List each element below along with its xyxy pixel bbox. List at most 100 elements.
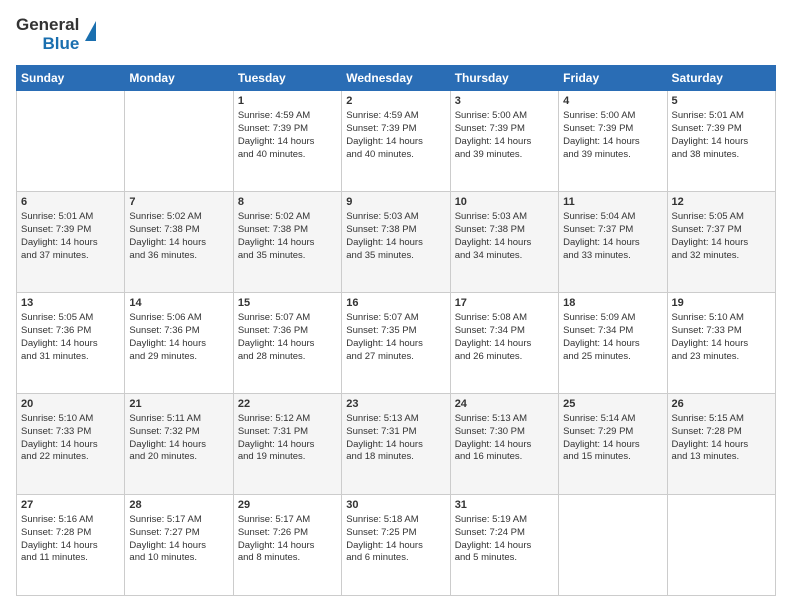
cell-line: and 37 minutes. [21, 250, 120, 263]
cell-line: Sunset: 7:39 PM [346, 123, 445, 136]
cell-line: and 25 minutes. [563, 351, 662, 364]
logo-triangle-icon [85, 21, 96, 41]
day-number: 6 [21, 195, 120, 210]
day-number: 28 [129, 498, 228, 513]
cell-line: Sunrise: 5:05 AM [21, 312, 120, 325]
day-number: 18 [563, 296, 662, 311]
cell-line: and 5 minutes. [455, 552, 554, 565]
calendar-cell [17, 91, 125, 192]
cell-line: Daylight: 14 hours [238, 338, 337, 351]
cell-line: Daylight: 14 hours [346, 136, 445, 149]
weekday-header: Monday [125, 66, 233, 91]
day-number: 12 [672, 195, 771, 210]
day-number: 9 [346, 195, 445, 210]
cell-line: and 10 minutes. [129, 552, 228, 565]
cell-line: Daylight: 14 hours [21, 540, 120, 553]
cell-line: Daylight: 14 hours [21, 439, 120, 452]
cell-line: and 38 minutes. [672, 149, 771, 162]
logo-general: General [16, 16, 79, 35]
page: General Blue SundayMondayTuesdayWednesda… [0, 0, 792, 612]
cell-line: and 36 minutes. [129, 250, 228, 263]
cell-line: Sunset: 7:25 PM [346, 527, 445, 540]
day-number: 14 [129, 296, 228, 311]
cell-line: Sunset: 7:36 PM [238, 325, 337, 338]
cell-line: Sunrise: 5:06 AM [129, 312, 228, 325]
logo-triangle-container [85, 17, 105, 53]
day-number: 20 [21, 397, 120, 412]
cell-line: Daylight: 14 hours [21, 338, 120, 351]
cell-line: Sunrise: 5:08 AM [455, 312, 554, 325]
day-number: 26 [672, 397, 771, 412]
cell-line: and 40 minutes. [238, 149, 337, 162]
cell-line: Sunrise: 5:17 AM [238, 514, 337, 527]
cell-line: Daylight: 14 hours [129, 338, 228, 351]
day-number: 17 [455, 296, 554, 311]
calendar-cell: 9Sunrise: 5:03 AMSunset: 7:38 PMDaylight… [342, 192, 450, 293]
cell-line: Daylight: 14 hours [129, 540, 228, 553]
cell-line: Sunset: 7:28 PM [672, 426, 771, 439]
cell-line: Daylight: 14 hours [563, 439, 662, 452]
day-number: 1 [238, 94, 337, 109]
cell-line: Daylight: 14 hours [346, 540, 445, 553]
day-number: 25 [563, 397, 662, 412]
cell-line: Sunset: 7:33 PM [672, 325, 771, 338]
day-number: 16 [346, 296, 445, 311]
cell-line: and 35 minutes. [346, 250, 445, 263]
cell-line: Sunrise: 5:00 AM [455, 110, 554, 123]
cell-line: Sunset: 7:39 PM [21, 224, 120, 237]
cell-line: Sunset: 7:31 PM [238, 426, 337, 439]
cell-line: Sunset: 7:37 PM [672, 224, 771, 237]
calendar-cell: 26Sunrise: 5:15 AMSunset: 7:28 PMDayligh… [667, 394, 775, 495]
cell-line: Sunset: 7:34 PM [563, 325, 662, 338]
cell-line: Daylight: 14 hours [672, 338, 771, 351]
cell-line: and 28 minutes. [238, 351, 337, 364]
calendar-cell: 18Sunrise: 5:09 AMSunset: 7:34 PMDayligh… [559, 293, 667, 394]
logo-blue: Blue [42, 35, 79, 54]
cell-line: Daylight: 14 hours [129, 237, 228, 250]
day-number: 3 [455, 94, 554, 109]
day-number: 22 [238, 397, 337, 412]
calendar-cell: 6Sunrise: 5:01 AMSunset: 7:39 PMDaylight… [17, 192, 125, 293]
day-number: 19 [672, 296, 771, 311]
cell-line: Sunset: 7:39 PM [672, 123, 771, 136]
cell-line: Sunrise: 5:15 AM [672, 413, 771, 426]
cell-line: Sunrise: 5:10 AM [21, 413, 120, 426]
cell-line: Daylight: 14 hours [455, 237, 554, 250]
cell-line: and 19 minutes. [238, 451, 337, 464]
cell-line: and 39 minutes. [455, 149, 554, 162]
cell-line: and 11 minutes. [21, 552, 120, 565]
cell-line: Sunset: 7:36 PM [21, 325, 120, 338]
cell-line: Daylight: 14 hours [346, 237, 445, 250]
cell-line: Sunset: 7:28 PM [21, 527, 120, 540]
weekday-header: Saturday [667, 66, 775, 91]
calendar-cell: 3Sunrise: 5:00 AMSunset: 7:39 PMDaylight… [450, 91, 558, 192]
day-number: 2 [346, 94, 445, 109]
cell-line: Daylight: 14 hours [563, 237, 662, 250]
weekday-header: Friday [559, 66, 667, 91]
cell-line: Sunrise: 5:12 AM [238, 413, 337, 426]
cell-line: Sunset: 7:37 PM [563, 224, 662, 237]
calendar-cell: 24Sunrise: 5:13 AMSunset: 7:30 PMDayligh… [450, 394, 558, 495]
cell-line: Sunset: 7:33 PM [21, 426, 120, 439]
calendar-cell: 7Sunrise: 5:02 AMSunset: 7:38 PMDaylight… [125, 192, 233, 293]
cell-line: and 32 minutes. [672, 250, 771, 263]
cell-line: and 31 minutes. [21, 351, 120, 364]
cell-line: Sunset: 7:34 PM [455, 325, 554, 338]
cell-line: Sunrise: 5:13 AM [455, 413, 554, 426]
cell-line: Sunrise: 5:11 AM [129, 413, 228, 426]
calendar-cell [125, 91, 233, 192]
cell-line: and 39 minutes. [563, 149, 662, 162]
cell-line: Sunrise: 5:16 AM [21, 514, 120, 527]
cell-line: Sunrise: 5:01 AM [21, 211, 120, 224]
cell-line: Sunset: 7:24 PM [455, 527, 554, 540]
cell-line: and 35 minutes. [238, 250, 337, 263]
cell-line: and 13 minutes. [672, 451, 771, 464]
calendar-cell: 4Sunrise: 5:00 AMSunset: 7:39 PMDaylight… [559, 91, 667, 192]
cell-line: and 40 minutes. [346, 149, 445, 162]
cell-line: Daylight: 14 hours [455, 439, 554, 452]
cell-line: Sunset: 7:26 PM [238, 527, 337, 540]
logo: General Blue [16, 16, 105, 53]
calendar-cell: 19Sunrise: 5:10 AMSunset: 7:33 PMDayligh… [667, 293, 775, 394]
calendar-cell: 5Sunrise: 5:01 AMSunset: 7:39 PMDaylight… [667, 91, 775, 192]
cell-line: Sunset: 7:39 PM [563, 123, 662, 136]
